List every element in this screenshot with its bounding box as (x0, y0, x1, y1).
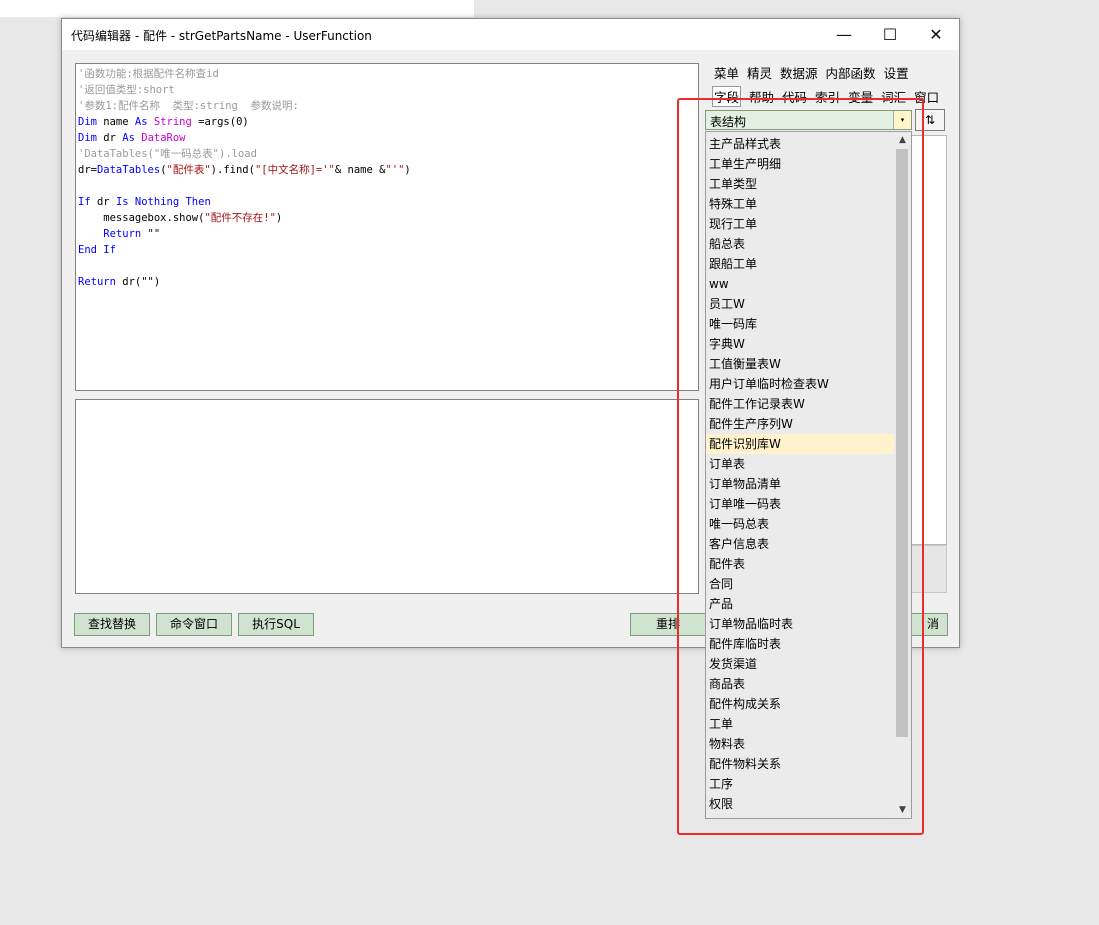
code-token: End If (78, 244, 116, 256)
background-strip (0, 0, 474, 17)
window-title: 代码编辑器 - 配件 - strGetPartsName - UserFunct… (71, 29, 372, 43)
code-line: '函数功能:根据配件名称查id (78, 66, 698, 82)
code-line: Return dr("") (78, 274, 698, 290)
close-button[interactable]: ✕ (913, 19, 959, 50)
code-token: dr (96, 132, 123, 144)
maximize-button[interactable]: ☐ (867, 19, 913, 50)
code-editor[interactable]: '函数功能:根据配件名称查id '返回值类型:short '参数1:配件名称 类型:… (75, 63, 699, 391)
code-token: & name & (334, 164, 386, 176)
find-replace-button[interactable]: 查找替换 (74, 613, 150, 636)
code-token: ) (275, 212, 283, 224)
code-line: dr=DataTables("配件表").find("[中文名称]='"& na… (78, 162, 698, 178)
code-token: If (78, 196, 91, 208)
code-token: '函数功能:根据配件名称查id (78, 68, 219, 80)
output-pane[interactable] (75, 399, 699, 594)
code-token: "'" (385, 164, 405, 176)
code-token: As (134, 116, 148, 128)
code-token: 'DataTables("唯一码总表").load (78, 148, 257, 160)
code-token: '返回值类型:short (78, 84, 175, 96)
code-token: Return (103, 228, 142, 240)
tab-row-main: 菜单 精灵 数据源 内部函数 设置 (714, 63, 917, 83)
code-line: End If (78, 242, 698, 258)
code-token: "" (141, 228, 161, 240)
code-token: Is Nothing Then (115, 196, 211, 208)
code-token: ).find( (210, 164, 255, 176)
code-token: name (96, 116, 135, 128)
code-token: messagebox.show( (78, 212, 205, 224)
title-bar: 代码编辑器 - 配件 - strGetPartsName - UserFunct… (62, 19, 959, 50)
code-token: "配件表" (166, 164, 211, 176)
tab-right_tabs_row1-1[interactable]: 精灵 (747, 63, 772, 82)
code-line: Return "" (78, 226, 698, 242)
code-token: dr("") (115, 276, 161, 288)
code-token: String (153, 116, 192, 128)
tab-right_tabs_row1-3[interactable]: 内部函数 (826, 63, 876, 82)
code-token: '参数1:配件名称 类型:string 参数说明: (78, 100, 299, 112)
code-token: DataTables (96, 164, 161, 176)
tab-right_tabs_row1-4[interactable]: 设置 (884, 63, 909, 82)
code-token: ) (404, 164, 411, 176)
code-token: Return (78, 276, 116, 288)
code-line: '返回值类型:short (78, 82, 698, 98)
code-token: Dim (78, 116, 97, 128)
code-token: "[中文名称]='" (254, 164, 335, 176)
code-token: As (122, 132, 135, 144)
code-token: DataRow (141, 132, 186, 144)
highlight-annotation-box (677, 98, 924, 835)
tab-right_tabs_row1-0[interactable]: 菜单 (714, 63, 739, 82)
code-line: '参数1:配件名称 类型:string 参数说明: (78, 98, 698, 114)
code-line: If dr Is Nothing Then (78, 194, 698, 210)
code-token: "配件不存在!" (204, 212, 276, 224)
minimize-button[interactable]: — (821, 19, 867, 50)
code-line: 'DataTables("唯一码总表").load (78, 146, 698, 162)
code-token: =args(0) (191, 116, 249, 128)
command-window-button[interactable]: 命令窗口 (156, 613, 232, 636)
code-token: Dim (78, 132, 97, 144)
code-token: dr (90, 196, 116, 208)
code-line: Dim dr As DataRow (78, 130, 698, 146)
code-token: dr= (78, 164, 97, 176)
execute-sql-button[interactable]: 执行SQL (238, 613, 314, 636)
code-line: messagebox.show("配件不存在!") (78, 210, 698, 226)
tab-right_tabs_row1-2[interactable]: 数据源 (780, 63, 818, 82)
code-line: Dim name As String =args(0) (78, 114, 698, 130)
